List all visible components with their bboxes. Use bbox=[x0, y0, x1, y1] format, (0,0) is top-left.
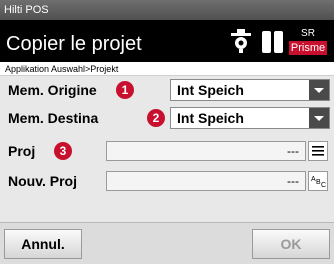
screen-header: Copier le projet SR Prisme bbox=[0, 20, 334, 62]
keyboard-button[interactable]: A B C bbox=[308, 171, 328, 191]
prism-target-icon bbox=[231, 29, 251, 53]
proj-row: Proj 3 --- bbox=[0, 140, 334, 162]
nouv-proj-label: Nouv. Proj bbox=[8, 173, 77, 189]
battery-icon bbox=[262, 31, 271, 53]
battery-icon bbox=[274, 31, 283, 53]
list-icon bbox=[312, 146, 324, 156]
bottom-bar: Annul. OK bbox=[0, 222, 334, 264]
mem-origine-row: Mem. Origine 1 Int Speich bbox=[0, 79, 334, 101]
mem-origine-label: Mem. Origine bbox=[8, 82, 97, 98]
callout-badge-3: 3 bbox=[54, 142, 72, 160]
page-title: Copier le projet bbox=[6, 33, 142, 55]
chevron-down-icon[interactable] bbox=[309, 108, 329, 128]
mem-destina-value: Int Speich bbox=[177, 110, 244, 126]
svg-text:C: C bbox=[321, 182, 326, 189]
list-button[interactable] bbox=[308, 141, 328, 161]
callout-badge-2: 2 bbox=[147, 109, 165, 127]
callout-badge-1: 1 bbox=[116, 81, 134, 99]
mem-origine-value: Int Speich bbox=[177, 82, 244, 98]
prism-mode-label: Prisme bbox=[289, 41, 327, 55]
proj-label: Proj bbox=[8, 143, 36, 159]
measure-mode-badge[interactable]: SR Prisme bbox=[288, 27, 328, 57]
app-window: Hilti POS Copier le projet SR Prisme App… bbox=[0, 0, 334, 264]
breadcrumb: Applikation Auswahl>Projekt bbox=[0, 62, 334, 76]
ok-button[interactable]: OK bbox=[252, 229, 330, 259]
window-title: Hilti POS bbox=[4, 4, 49, 16]
mem-destina-label: Mem. Destina bbox=[8, 110, 99, 126]
sr-label: SR bbox=[301, 28, 315, 39]
chevron-down-icon[interactable] bbox=[309, 80, 329, 100]
window-titlebar: Hilti POS bbox=[0, 0, 334, 20]
mem-origine-select[interactable]: Int Speich bbox=[170, 79, 330, 101]
abc-keyboard-icon: A B C bbox=[311, 176, 326, 189]
nouv-proj-field[interactable]: --- bbox=[106, 171, 306, 191]
nouv-proj-value: --- bbox=[287, 174, 299, 188]
nouv-proj-row: Nouv. Proj --- A B C bbox=[0, 170, 334, 192]
mem-destina-select[interactable]: Int Speich bbox=[170, 107, 330, 129]
proj-value: --- bbox=[287, 144, 299, 158]
mem-destina-row: Mem. Destina 2 Int Speich bbox=[0, 107, 334, 129]
cancel-button[interactable]: Annul. bbox=[4, 229, 82, 259]
proj-field[interactable]: --- bbox=[106, 141, 306, 161]
